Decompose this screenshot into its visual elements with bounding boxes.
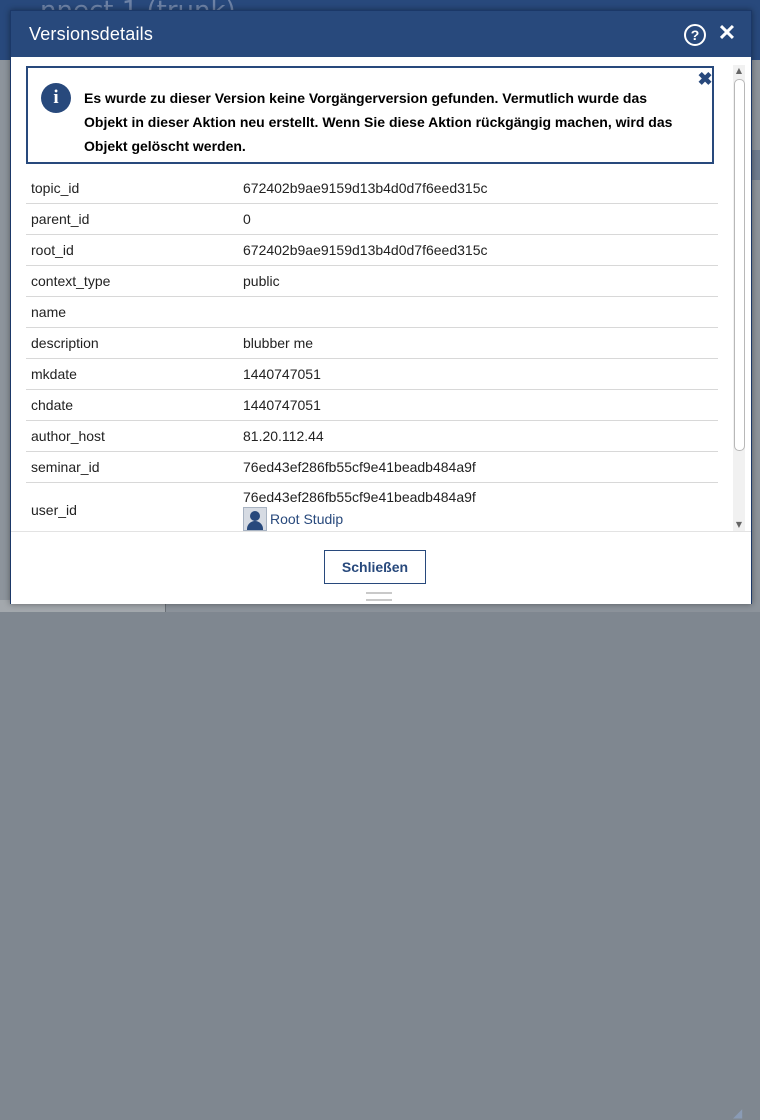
field-value: blubber me [238, 327, 718, 359]
scrollbar-thumb[interactable] [734, 79, 745, 451]
table-row: author_host 81.20.112.44 [26, 420, 718, 452]
field-value [238, 296, 718, 328]
dialog-titlebar[interactable]: Versionsdetails ? ✕ [11, 11, 751, 57]
field-value: 672402b9ae9159d13b4d0d7f6eed315c [238, 173, 718, 204]
dialog-footer: Schließen ◢ [11, 531, 751, 1120]
table-row: parent_id 0 [26, 203, 718, 235]
table-row: seminar_id 76ed43ef286fb55cf9e41beadb484a… [26, 451, 718, 483]
field-key: description [26, 327, 238, 359]
scroll-up-arrow-icon[interactable]: ▲ [733, 65, 745, 77]
info-icon: i [41, 83, 71, 113]
table-row: chdate 1440747051 [26, 389, 718, 421]
field-key: root_id [26, 234, 238, 266]
version-details-dialog: Versionsdetails ? ✕ i Es wurde zu dieser… [10, 10, 752, 1120]
table-row: name [26, 296, 718, 328]
field-key: context_type [26, 265, 238, 297]
field-value: 672402b9ae9159d13b4d0d7f6eed315c [238, 234, 718, 266]
field-key: topic_id [26, 173, 238, 204]
dismiss-info-icon[interactable]: ✖ [696, 70, 714, 88]
field-value: 0 [238, 203, 718, 235]
field-value: public [238, 265, 718, 297]
help-icon[interactable]: ? [684, 24, 706, 46]
vertical-scrollbar[interactable]: ▲ ▼ [733, 65, 745, 531]
field-key: parent_id [26, 203, 238, 235]
table-row: root_id 672402b9ae9159d13b4d0d7f6eed315c [26, 234, 718, 266]
field-key: author_host [26, 420, 238, 452]
info-message-box: i Es wurde zu dieser Version keine Vorgä… [26, 66, 714, 164]
user-profile-link[interactable]: Root Studip [243, 507, 713, 531]
table-row: context_type public [26, 265, 718, 297]
table-row: topic_id 672402b9ae9159d13b4d0d7f6eed315c [26, 173, 718, 204]
field-key: chdate [26, 389, 238, 421]
table-row: mkdate 1440747051 [26, 358, 718, 390]
close-button[interactable]: Schließen [324, 550, 426, 584]
field-key: seminar_id [26, 451, 238, 483]
table-row: user_id 76ed43ef286fb55cf9e41beadb484a9f… [26, 482, 718, 531]
user-name-link[interactable]: Root Studip [270, 511, 343, 527]
field-value: 1440747051 [238, 358, 718, 390]
info-message: Es wurde zu dieser Version keine Vorgäng… [84, 90, 673, 154]
table-row: description blubber me [26, 327, 718, 359]
field-key: user_id [26, 482, 238, 531]
field-value: 76ed43ef286fb55cf9e41beadb484a9f [238, 451, 718, 483]
drag-grip-icon[interactable] [366, 592, 392, 601]
field-value: 1440747051 [238, 389, 718, 421]
dialog-content[interactable]: i Es wurde zu dieser Version keine Vorgä… [11, 57, 733, 531]
field-key: mkdate [26, 358, 238, 390]
dialog-title: Versionsdetails [29, 24, 154, 44]
field-value: 81.20.112.44 [238, 420, 718, 452]
avatar [243, 507, 267, 531]
user-id-value: 76ed43ef286fb55cf9e41beadb484a9f [243, 489, 476, 505]
resize-handle-icon[interactable]: ◢ [733, 1106, 747, 1120]
field-value: 76ed43ef286fb55cf9e41beadb484a9f Root St… [238, 482, 718, 531]
version-properties-table: topic_id 672402b9ae9159d13b4d0d7f6eed315c… [26, 173, 718, 531]
close-icon[interactable]: ✕ [715, 21, 739, 45]
field-key: name [26, 296, 238, 328]
scroll-down-arrow-icon[interactable]: ▼ [733, 519, 745, 531]
